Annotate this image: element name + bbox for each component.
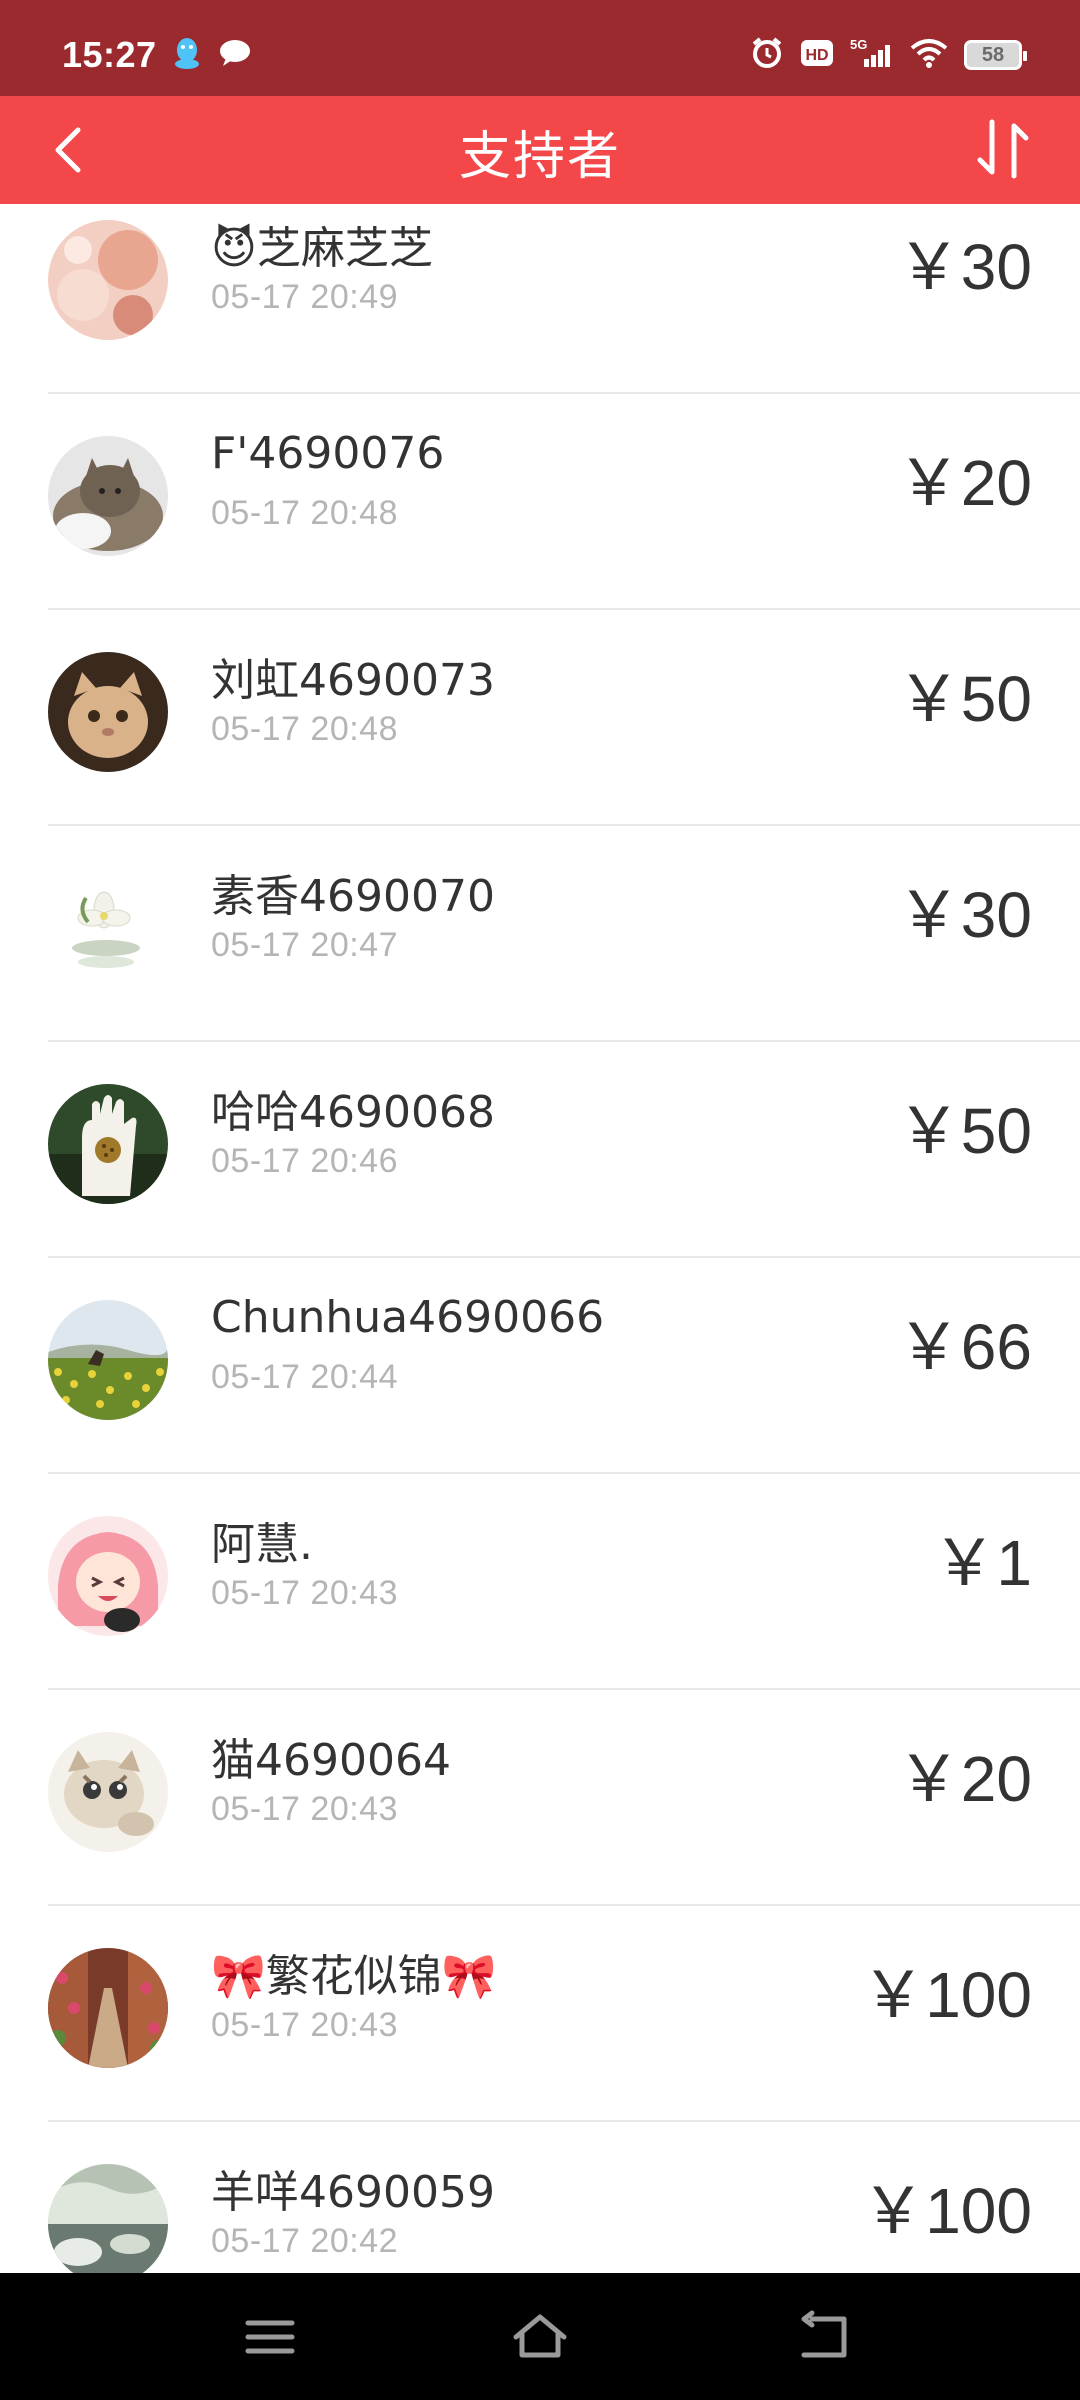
sort-icon[interactable] xyxy=(968,114,1038,184)
support-time: 05-17 20:48 xyxy=(211,494,398,532)
supporter-name: Chunhua4690066 xyxy=(211,1292,605,1343)
support-amount: ￥20 xyxy=(896,447,1032,519)
qq-icon xyxy=(172,36,202,74)
support-amount: ￥100 xyxy=(861,1959,1032,2031)
supporter-name: 😈芝麻芝芝 xyxy=(211,223,433,274)
supporter-name: 羊咩4690059 xyxy=(211,2167,495,2218)
supporter-name: 阿慧. xyxy=(211,1519,313,1570)
avatar[interactable] xyxy=(48,2164,168,2273)
signal-5g-icon: 5G xyxy=(850,37,894,73)
supporter-name: 素香4690070 xyxy=(211,871,495,922)
support-time: 05-17 20:48 xyxy=(211,710,398,748)
avatar[interactable] xyxy=(48,1732,168,1852)
list-item[interactable]: Chunhua4690066 05-17 20:44 ￥66 xyxy=(0,1258,1080,1474)
list-item[interactable]: 猫4690064 05-17 20:43 ￥20 xyxy=(0,1690,1080,1906)
support-time: 05-17 20:44 xyxy=(211,1358,398,1396)
avatar[interactable] xyxy=(48,1300,168,1420)
avatar[interactable] xyxy=(48,1948,168,2068)
avatar[interactable] xyxy=(48,1084,168,1204)
status-left-icons xyxy=(172,36,252,74)
support-amount: ￥50 xyxy=(896,663,1032,735)
support-time: 05-17 20:43 xyxy=(211,1574,398,1612)
support-amount: ￥50 xyxy=(896,1095,1032,1167)
status-bar: 15:27 HD 5G 58 xyxy=(0,0,1080,96)
support-amount: ￥30 xyxy=(896,879,1032,951)
supporter-list[interactable]: 😈芝麻芝芝 05-17 20:49 ￥30 F'4690076 05-17 20… xyxy=(0,204,1080,2273)
avatar[interactable] xyxy=(48,868,168,988)
app-header: 支持者 xyxy=(0,96,1080,204)
avatar[interactable] xyxy=(48,220,168,340)
support-amount: ￥66 xyxy=(896,1311,1032,1383)
list-item[interactable]: 羊咩4690059 05-17 20:42 ￥100 xyxy=(0,2122,1080,2273)
wifi-icon xyxy=(910,38,948,72)
message-icon xyxy=(218,38,252,72)
alarm-icon xyxy=(750,36,784,74)
supporter-name: 刘虹4690073 xyxy=(211,655,495,706)
list-item[interactable]: F'4690076 05-17 20:48 ￥20 xyxy=(0,394,1080,610)
page-title: 支持者 xyxy=(458,127,621,187)
support-time: 05-17 20:43 xyxy=(211,1790,398,1828)
support-time: 05-17 20:46 xyxy=(211,1142,398,1180)
supporter-name: F'4690076 xyxy=(211,428,445,479)
list-item[interactable]: 哈哈4690068 05-17 20:46 ￥50 xyxy=(0,1042,1080,1258)
svg-text:HD: HD xyxy=(805,47,828,64)
supporter-name: 猫4690064 xyxy=(211,1735,451,1786)
support-amount: ￥20 xyxy=(896,1743,1032,1815)
battery-icon: 58 xyxy=(964,40,1027,70)
list-item[interactable]: 😈芝麻芝芝 05-17 20:49 ￥30 xyxy=(0,204,1080,394)
svg-text:5G: 5G xyxy=(850,37,867,52)
menu-icon[interactable] xyxy=(238,2305,302,2369)
support-time: 05-17 20:43 xyxy=(211,2006,398,2044)
support-time: 05-17 20:47 xyxy=(211,926,398,964)
status-time: 15:27 xyxy=(62,34,157,75)
system-nav-bar xyxy=(0,2273,1080,2400)
avatar[interactable] xyxy=(48,436,168,556)
support-amount: ￥1 xyxy=(932,1527,1032,1599)
back-icon[interactable] xyxy=(792,2305,856,2369)
list-item[interactable]: 刘虹4690073 05-17 20:48 ￥50 xyxy=(0,610,1080,826)
supporter-name: 🎀繁花似锦🎀 xyxy=(211,1951,497,2002)
support-time: 05-17 20:42 xyxy=(211,2222,398,2260)
support-amount: ￥100 xyxy=(861,2175,1032,2247)
supporter-name: 哈哈4690068 xyxy=(211,1087,495,1138)
support-time: 05-17 20:49 xyxy=(211,278,398,316)
avatar[interactable] xyxy=(48,652,168,772)
status-right-icons: HD 5G 58 xyxy=(750,36,1027,74)
list-item[interactable]: 素香4690070 05-17 20:47 ￥30 xyxy=(0,826,1080,1042)
support-amount: ￥30 xyxy=(896,231,1032,303)
avatar[interactable] xyxy=(48,1516,168,1636)
list-item[interactable]: 🎀繁花似锦🎀 05-17 20:43 ￥100 xyxy=(0,1906,1080,2122)
list-item[interactable]: 阿慧. 05-17 20:43 ￥1 xyxy=(0,1474,1080,1690)
hd-icon: HD xyxy=(800,38,834,72)
home-icon[interactable] xyxy=(508,2305,572,2369)
